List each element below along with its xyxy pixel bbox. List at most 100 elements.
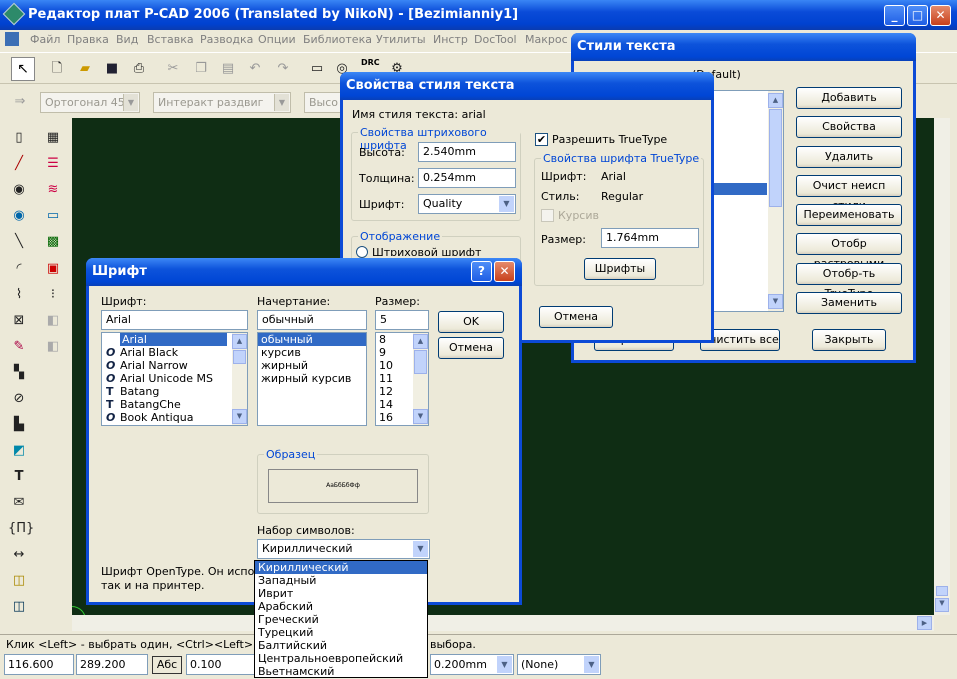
via-icon[interactable]: ◉ [11,208,27,224]
table-icon[interactable]: ▦ [45,130,61,146]
font-cancel-button[interactable]: Отмена [438,337,504,359]
replace-style-button[interactable]: Заменить [796,292,902,314]
close-styles-button[interactable]: Закрыть [812,329,886,351]
panel-icon[interactable]: ▭ [45,208,61,224]
scroll-thumb[interactable] [769,109,782,207]
arc-icon[interactable]: ◜ [11,261,27,277]
purge-styles-button[interactable]: Очист неисп стили [796,175,902,212]
cut-icon[interactable]: ✂ [165,61,181,77]
select-tool-button[interactable]: ↖ [11,57,35,81]
pad-icon[interactable]: ◉ [11,182,27,198]
interact-mode-select[interactable]: Интеракт раздвиг ▼ [153,92,291,113]
menu-macro[interactable]: Макрос [525,33,568,46]
polygon-icon[interactable]: ⌇ [11,287,27,303]
font-size-scrollbar[interactable]: ▲ ▼ [413,333,428,425]
fonts-button[interactable]: Шрифты [584,258,656,280]
font-list[interactable]: O Arial O Arial Black O Arial Narrow O Arial… [101,332,248,426]
menu-route[interactable]: Разводка [200,33,253,46]
charset-option[interactable]: Центральноевропейский [255,652,427,665]
font-item[interactable]: T Batang [102,385,247,398]
charset-option[interactable]: Балтийский [255,639,427,652]
styles-list-scrollbar[interactable]: ▲ ▼ [768,91,783,311]
text-icon[interactable]: T [11,469,27,485]
grid-value[interactable]: 0.100 [186,654,256,675]
new-icon[interactable]: 🗋 [49,61,65,77]
component-icon[interactable]: ▯ [11,130,27,146]
frame-icon[interactable]: ▣ [45,261,61,277]
menu-utils[interactable]: Утилиты [376,33,426,46]
minimize-button[interactable]: _ [884,5,905,26]
allow-truetype-checkbox[interactable]: ✔ [535,133,548,146]
menu-options[interactable]: Опции [258,33,296,46]
menu-tools[interactable]: Инстр [433,33,468,46]
bracket-icon[interactable]: {Π} [8,521,34,537]
arrow-icon[interactable]: ⇒ [12,94,28,110]
scroll-right-button[interactable]: ▶ [917,616,932,630]
height-field[interactable]: 2.540mm [418,142,516,162]
layers-icon[interactable]: ≋ [45,182,61,198]
font-size-field[interactable]: 5 [375,310,429,330]
close-button[interactable]: ✕ [930,5,951,26]
charset-option[interactable]: Турецкий [255,626,427,639]
scroll-up-button[interactable]: ▲ [768,93,783,108]
font-item[interactable]: T BatangChe [102,398,247,411]
dimension-icon[interactable]: ▙ [11,417,27,433]
measure-icon[interactable]: ▭ [309,61,325,77]
paste-icon[interactable]: ▤ [220,61,236,77]
menu-file[interactable]: Файл [30,33,60,46]
charset-option[interactable]: Западный [255,574,427,587]
help-button[interactable]: ? [471,261,492,282]
font-dialog-close-button[interactable]: ✕ [494,261,515,282]
font-style-list[interactable]: обычный курсив жирный жирный курсив [257,332,367,426]
rename-style-button[interactable]: Переименовать [796,204,902,226]
fill-icon[interactable]: ✎ [11,339,27,355]
connection-icon[interactable]: ╱ [11,156,27,172]
show-raster-button[interactable]: Отобр растровыми [796,233,902,270]
print-icon[interactable]: ⎙ [131,61,147,77]
x-coordinate[interactable]: 116.600 [4,654,74,675]
font-name-field[interactable]: Arial [101,310,248,330]
menu-view[interactable]: Вид [116,33,138,46]
y-coordinate[interactable]: 289.200 [76,654,148,675]
show-truetype-button[interactable]: Отобр-ть TrueType [796,263,902,300]
cutout-icon[interactable]: ⊘ [11,391,27,407]
copy-icon[interactable]: ❐ [193,61,209,77]
ortho-mode-select[interactable]: Ортогонал 45° ▼ [40,92,140,113]
scroll-up-button[interactable]: ▲ [413,334,428,349]
stroke-font-select[interactable]: Quality ▼ [418,194,516,214]
scroll-down-button[interactable]: ▼ [768,294,783,309]
undo-icon[interactable]: ↶ [247,61,263,77]
scroll-down-button[interactable]: ▼ [413,409,428,424]
font-list-scrollbar[interactable]: ▲ ▼ [232,333,247,425]
font-style-field[interactable]: обычный [257,310,367,330]
line-width-select[interactable]: 0.200mm ▼ [430,654,514,675]
menu-insert[interactable]: Вставка [147,33,194,46]
line-icon[interactable]: ╲ [11,234,27,250]
font-style-item[interactable]: жирный курсив [258,372,366,385]
font-style-item[interactable]: обычный [258,333,366,346]
charset-select[interactable]: Кириллический ▼ [257,539,430,559]
layer-select[interactable]: (None) ▼ [517,654,601,675]
copper-icon[interactable]: ▚ [11,365,27,381]
menu-library[interactable]: Библиотека [303,33,372,46]
font-item[interactable]: O Arial Unicode MS [102,372,247,385]
charset-option[interactable]: Вьетнамский [255,665,427,678]
charset-option[interactable]: Кириллический [255,561,427,574]
scroll-thumb[interactable] [233,350,246,364]
abs-button[interactable]: Абс [152,656,182,674]
properties-cancel-button[interactable]: Отмена [539,306,613,328]
measure-h-icon[interactable]: ↔ [11,547,27,563]
charset-option[interactable]: Греческий [255,613,427,626]
font-style-item[interactable]: жирный [258,359,366,372]
maximize-button[interactable]: □ [907,5,928,26]
ok-button[interactable]: OK [438,311,504,333]
redo-icon[interactable]: ↷ [275,61,291,77]
point-icon[interactable]: ◩ [11,443,27,459]
pattern-icon[interactable]: ▩ [45,234,61,250]
scroll-up-button[interactable]: ▲ [232,334,247,349]
list-icon[interactable]: ☰ [45,156,61,172]
font-item[interactable]: O Book Antiqua [102,411,247,424]
menu-doctool[interactable]: DocTool [474,33,517,46]
delete-style-button[interactable]: Удалить [796,146,902,168]
tt-size-field[interactable]: 1.764mm [601,228,699,248]
